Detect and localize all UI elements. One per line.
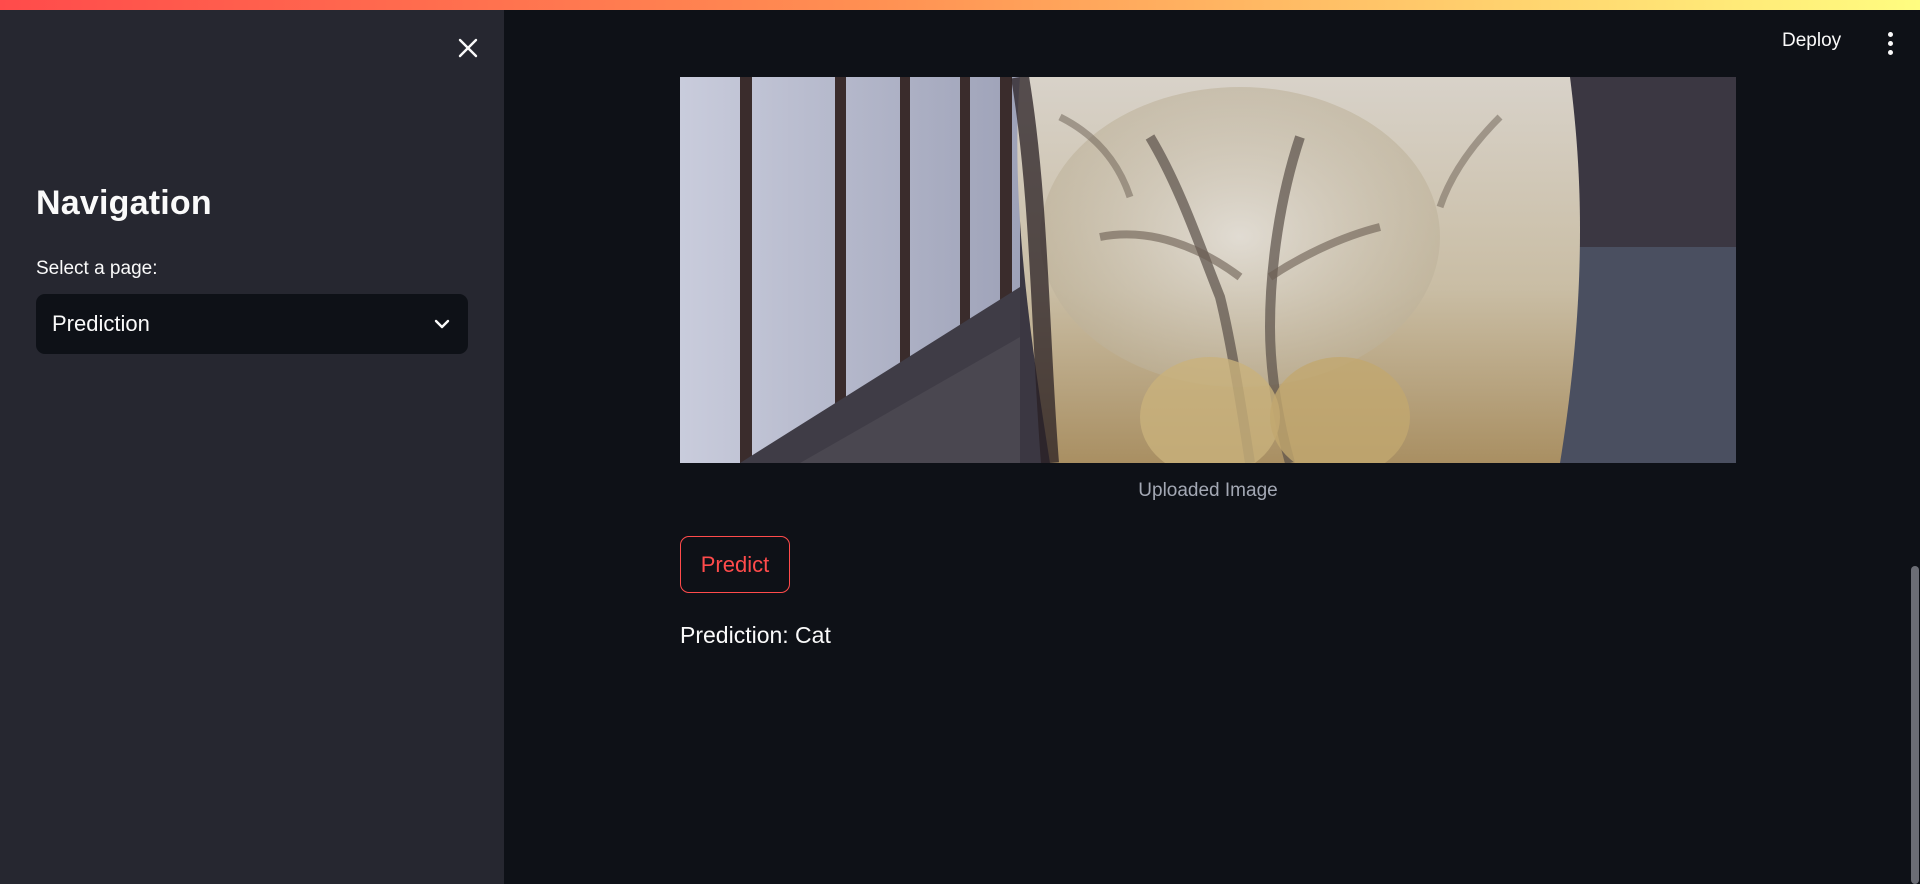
close-sidebar-button[interactable] [452, 32, 484, 64]
page-select[interactable]: Prediction [36, 294, 468, 354]
more-vertical-icon[interactable] [1880, 28, 1900, 58]
uploaded-image [680, 77, 1736, 463]
predict-button[interactable]: Predict [680, 536, 790, 593]
top-decoration-bar [0, 0, 1920, 10]
sidebar-title: Navigation [36, 184, 212, 222]
page-select-value: Prediction [52, 311, 150, 336]
scrollbar-thumb[interactable] [1911, 566, 1919, 884]
prediction-result: Prediction: Cat [680, 622, 831, 648]
close-icon [458, 38, 478, 58]
sidebar: Navigation Select a page: Prediction [0, 0, 504, 884]
chevron-down-icon [432, 314, 452, 334]
deploy-button[interactable]: Deploy [1782, 30, 1841, 52]
image-caption: Uploaded Image [1138, 480, 1278, 501]
app: Navigation Select a page: Prediction Dep… [0, 0, 1920, 884]
page-select-label: Select a page: [36, 258, 158, 279]
main-content: Deploy Uploaded Image Predict Prediction… [504, 0, 1920, 884]
cat-image [680, 77, 1736, 463]
